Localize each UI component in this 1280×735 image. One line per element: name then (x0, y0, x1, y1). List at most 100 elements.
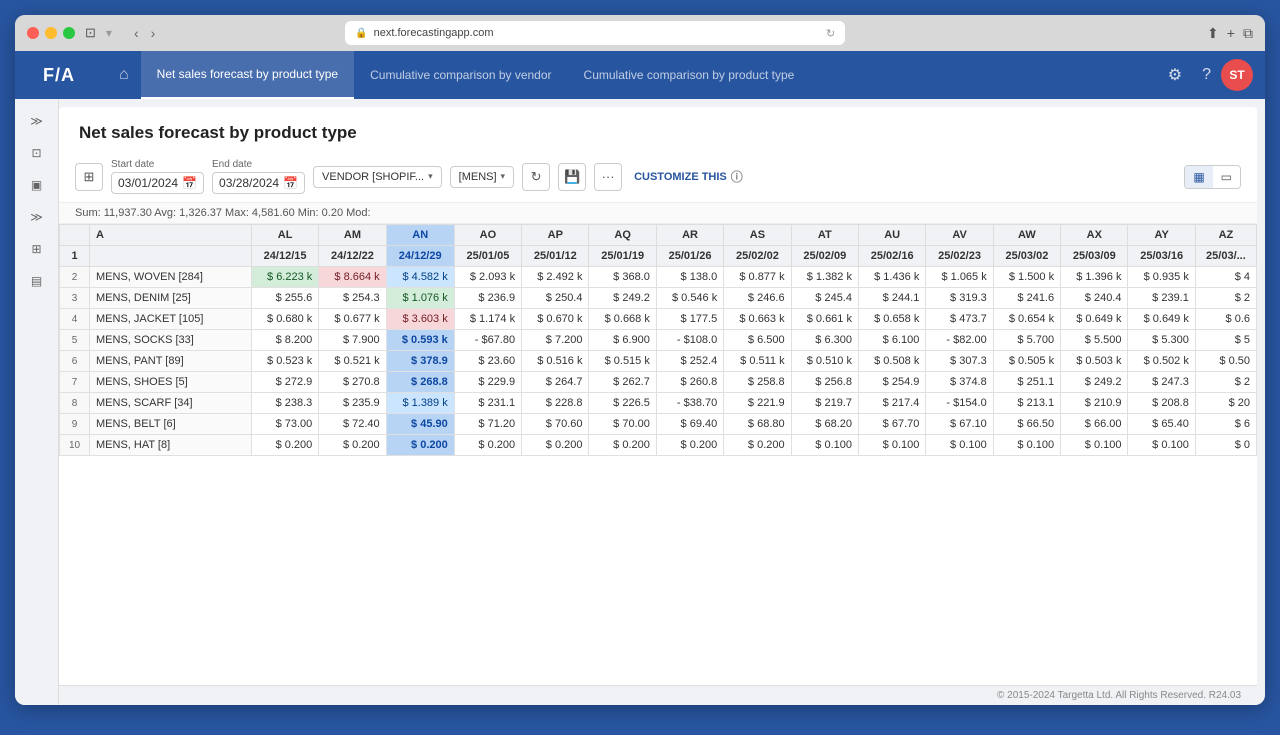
col-as-header[interactable]: AS (724, 225, 791, 246)
cell-value: $ 228.8 (522, 393, 589, 414)
cell-value: $ 260.8 (656, 372, 723, 393)
address-bar[interactable]: 🔒 next.forecastingapp.com ↻ (345, 21, 845, 45)
more-btn[interactable]: ··· (594, 163, 622, 191)
chart-view-btn[interactable]: ▭ (1213, 166, 1240, 188)
cell-value: $ 69.40 (656, 414, 723, 435)
cell-value: $ 6.300 (791, 330, 858, 351)
maximize-window-btn[interactable] (63, 27, 75, 39)
col-aq-header[interactable]: AQ (589, 225, 656, 246)
cell-value: - $82.00 (926, 330, 993, 351)
col-am-date: 24/12/22 (319, 246, 386, 267)
cell-value: $ 6 (1195, 414, 1256, 435)
close-window-btn[interactable] (27, 27, 39, 39)
cell-value: $ 0 (1195, 435, 1256, 456)
col-a-header[interactable]: A (90, 225, 252, 246)
col-an-header[interactable]: AN (386, 225, 454, 246)
sidebar: ≫ ⊡ ▣ ≫ ⊞ ▤ (15, 99, 59, 705)
col-ap-header[interactable]: AP (522, 225, 589, 246)
cell-value: $ 6.100 (858, 330, 925, 351)
col-al-header[interactable]: AL (251, 225, 318, 246)
new-tab-button[interactable]: + (1227, 25, 1235, 41)
sidebar-icon-1[interactable]: ⊡ (21, 139, 53, 167)
cell-value: $ 247.3 (1128, 372, 1195, 393)
back-button[interactable]: ‹ (130, 23, 143, 43)
stats-bar: Sum: 11,937.30 Avg: 1,326.37 Max: 4,581.… (59, 202, 1257, 224)
window-tab-icon[interactable]: ⊡ (85, 25, 96, 41)
sidebar-icon-2[interactable]: ▣ (21, 171, 53, 199)
cell-value: $ 254.9 (858, 372, 925, 393)
col-as-date: 25/02/02 (724, 246, 791, 267)
cell-value: $ 0.663 k (724, 309, 791, 330)
cell-value: $ 5.500 (1061, 330, 1128, 351)
home-button[interactable]: ⌂ (107, 51, 141, 99)
cell-value: $ 378.9 (386, 351, 454, 372)
category-dropdown[interactable]: [MENS] ▾ (450, 166, 514, 188)
save-btn[interactable]: 💾 (558, 163, 586, 191)
table-view-btn[interactable]: ▦ (1185, 166, 1212, 188)
user-avatar[interactable]: ST (1221, 59, 1253, 91)
view-toggle: ▦ ▭ (1184, 165, 1241, 189)
settings-button[interactable]: ⚙ (1158, 51, 1192, 99)
minimize-window-btn[interactable] (45, 27, 57, 39)
col-am-header[interactable]: AM (319, 225, 386, 246)
start-date-input[interactable]: 03/01/2024 📅 (111, 172, 204, 194)
vendor-dropdown[interactable]: VENDOR [SHOPIF... ▾ (313, 166, 442, 188)
share-button[interactable]: ⬆ (1207, 25, 1219, 42)
table-row: 6MENS, PANT [89]$ 0.523 k$ 0.521 k$ 378.… (60, 351, 1257, 372)
customize-button[interactable]: CUSTOMIZE THIS ⓘ (634, 168, 743, 185)
end-date-input[interactable]: 03/28/2024 📅 (212, 172, 305, 194)
sidebar-expand-btn[interactable]: ≫ (21, 107, 53, 135)
sidebar-icon-5[interactable]: ▤ (21, 267, 53, 295)
refresh-btn[interactable]: ↻ (522, 163, 550, 191)
cell-value: $ 2 (1195, 288, 1256, 309)
cell-value: $ 246.6 (724, 288, 791, 309)
tab-cumulative-vendor[interactable]: Cumulative comparison by vendor (354, 51, 567, 99)
refresh-icon[interactable]: ↻ (826, 27, 835, 40)
browser-titlebar: ⊡ ▾ ‹ › 🔒 next.forecastingapp.com ↻ ⬆ + … (15, 15, 1265, 51)
col-au-header[interactable]: AU (858, 225, 925, 246)
cell-value: $ 8.664 k (319, 267, 386, 288)
table-icon-btn[interactable]: ⊞ (75, 163, 103, 191)
cell-value: $ 219.7 (791, 393, 858, 414)
product-name: MENS, JACKET [105] (90, 309, 252, 330)
sidebar-icon-3[interactable]: ≫ (21, 203, 53, 231)
cell-value: $ 0.200 (656, 435, 723, 456)
cell-value: $ 73.00 (251, 414, 318, 435)
cell-value: $ 272.9 (251, 372, 318, 393)
cell-value: $ 226.5 (589, 393, 656, 414)
browser-nav-group: ‹ › (130, 23, 159, 43)
table-row: 5MENS, SOCKS [33]$ 8.200$ 7.900$ 0.593 k… (60, 330, 1257, 351)
cell-value: $ 0.668 k (589, 309, 656, 330)
col-ax-header[interactable]: AX (1061, 225, 1128, 246)
col-ar-header[interactable]: AR (656, 225, 723, 246)
cell-value: $ 210.9 (1061, 393, 1128, 414)
col-aw-header[interactable]: AW (993, 225, 1060, 246)
content-area: Net sales forecast by product type ⊞ Sta… (59, 107, 1257, 705)
cell-value: $ 236.9 (454, 288, 521, 309)
cell-value: $ 68.20 (791, 414, 858, 435)
start-date-value: 03/01/2024 (118, 176, 178, 190)
cell-value: $ 0.200 (454, 435, 521, 456)
cell-value: $ 221.9 (724, 393, 791, 414)
cell-value: $ 0.100 (858, 435, 925, 456)
cell-value: $ 0.100 (1061, 435, 1128, 456)
sidebar-icon-4[interactable]: ⊞ (21, 235, 53, 263)
cell-value: $ 138.0 (656, 267, 723, 288)
col-ay-header[interactable]: AY (1128, 225, 1195, 246)
col-av-header[interactable]: AV (926, 225, 993, 246)
col-ao-header[interactable]: AO (454, 225, 521, 246)
col-at-header[interactable]: AT (791, 225, 858, 246)
table-container[interactable]: A AL AM AN AO AP AQ AR AS AT AU (59, 224, 1257, 685)
cell-value: $ 1.500 k (993, 267, 1060, 288)
cell-value: $ 2.093 k (454, 267, 521, 288)
tab-cumulative-product[interactable]: Cumulative comparison by product type (568, 51, 811, 99)
col-ar-date: 25/01/26 (656, 246, 723, 267)
help-button[interactable]: ? (1192, 51, 1221, 99)
tabs-button[interactable]: ⧉ (1243, 25, 1253, 42)
cell-value: $ 0.50 (1195, 351, 1256, 372)
tab-net-sales[interactable]: Net sales forecast by product type (141, 51, 354, 99)
forward-button[interactable]: › (147, 23, 160, 43)
col-az-header[interactable]: AZ (1195, 225, 1256, 246)
cell-value: $ 270.8 (319, 372, 386, 393)
col-al-date: 24/12/15 (251, 246, 318, 267)
